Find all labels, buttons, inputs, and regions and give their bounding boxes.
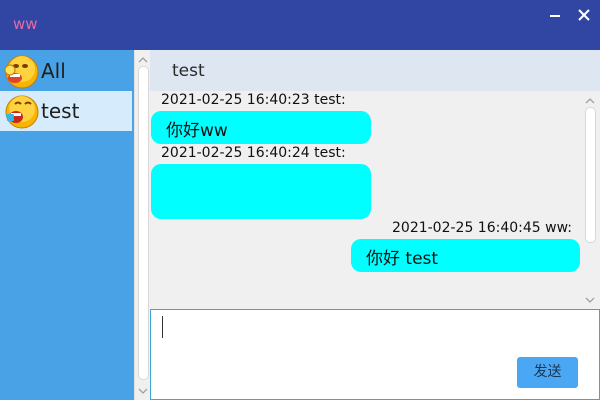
text-caret [162, 316, 163, 338]
emoji-face-avatar [4, 55, 39, 89]
minimize-icon [550, 15, 560, 17]
send-button[interactable]: 发送 [517, 357, 578, 388]
message-bubble [151, 164, 371, 219]
chat-title: test [172, 61, 205, 81]
title-bar: ww [0, 0, 600, 50]
message-meta: 2021-02-25 16:40:23 test: [161, 92, 346, 108]
message-bubble: 你好 test [351, 239, 580, 272]
scroll-down-icon [138, 388, 148, 394]
window-title: ww [13, 15, 38, 33]
message-list: 2021-02-25 16:40:23 test: 你好ww 2021-02-2… [150, 91, 582, 309]
message-list-scrollbar[interactable] [582, 91, 600, 309]
close-button[interactable] [574, 5, 594, 25]
message-text: 你好ww [166, 121, 228, 141]
message-text: 你好 test [366, 249, 439, 269]
close-icon [578, 9, 590, 21]
contact-item-all[interactable]: All [0, 51, 132, 91]
scroll-down-icon [585, 297, 595, 303]
contact-name: All [41, 59, 66, 83]
scroll-up-icon [138, 57, 148, 63]
message-meta: 2021-02-25 16:40:24 test: [161, 145, 346, 161]
message-bubble: 你好ww [151, 111, 371, 144]
scrollbar-thumb[interactable] [585, 107, 596, 243]
scroll-up-icon [585, 98, 595, 104]
emoji-face-avatar [5, 95, 39, 129]
chat-header: test [150, 50, 600, 91]
contact-name: test [41, 99, 80, 123]
message-meta: 2021-02-25 16:40:45 ww: [392, 220, 572, 236]
contact-list-scrollbar[interactable] [134, 50, 150, 400]
scrollbar-thumb[interactable] [138, 66, 149, 380]
minimize-button[interactable] [545, 5, 565, 25]
contact-list: All test [0, 50, 134, 400]
contact-item-test[interactable]: test [0, 91, 132, 131]
